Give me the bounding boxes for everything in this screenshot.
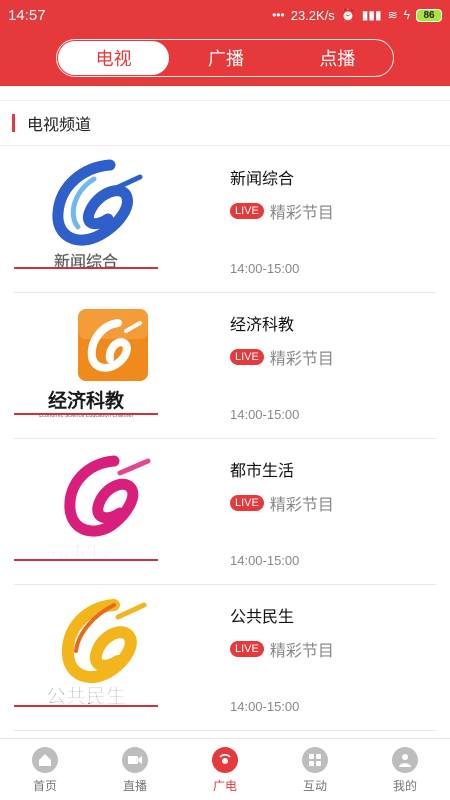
logo-text: 经济科教 — [48, 389, 125, 412]
grid-icon — [302, 747, 328, 773]
status-bar: 14:57 ••• 23.2K/s ⏰ ▮▮▮ ≋ ϟ 86 — [0, 0, 450, 30]
channel-name: 新闻综合 — [230, 169, 295, 188]
live-badge: LIVE — [230, 203, 264, 219]
logo-underline — [14, 413, 158, 415]
program-name: 精彩节目 — [269, 641, 334, 660]
live-badge: LIVE — [230, 349, 264, 365]
live-badge: LIVE — [230, 495, 264, 511]
program-name: 精彩节目 — [269, 349, 334, 368]
status-time: 14:57 — [8, 6, 46, 24]
program-time: 14:00-15:00 — [230, 261, 300, 276]
nav-mine[interactable]: 我的 — [360, 739, 450, 800]
channel-name: 都市生活 — [230, 461, 295, 480]
nav-home[interactable]: 首页 — [0, 739, 90, 800]
channel-name: 公共民生 — [230, 607, 295, 626]
channel-item[interactable]: 新闻综合 新闻综合 LIVE 精彩节目 14:00-15:00 — [14, 147, 436, 293]
nav-label: 首页 — [32, 779, 57, 793]
live-badge: LIVE — [230, 641, 264, 657]
logo-underline — [14, 267, 158, 269]
channel-item[interactable]: 公共民生 公共民生 LIVE 精彩节目 14:00-15:00 — [14, 585, 436, 731]
nav-broadcast[interactable]: 广电 — [180, 739, 270, 800]
channel-logo: 经济科教 Economic Science Education Channel — [14, 301, 158, 427]
tab-vod[interactable]: 点播 — [282, 40, 393, 76]
live-row: LIVE 精彩节目 — [230, 199, 334, 223]
alarm-icon: ⏰ — [340, 8, 356, 22]
channel-item[interactable]: 经济科教 Economic Science Education Channel … — [14, 293, 436, 439]
battery-indicator: 86 — [416, 8, 442, 22]
section-marker — [12, 114, 15, 132]
status-indicators: ••• 23.2K/s ⏰ ▮▮▮ ≋ ϟ 86 — [272, 8, 442, 23]
logo-underline — [14, 559, 158, 561]
program-time: 14:00-15:00 — [230, 407, 300, 422]
program-name: 精彩节目 — [269, 203, 334, 222]
app-header: 14:57 ••• 23.2K/s ⏰ ▮▮▮ ≋ ϟ 86 电视 广播 点播 — [0, 0, 450, 86]
nav-label: 广电 — [212, 779, 237, 793]
home-icon — [32, 747, 58, 773]
nav-live[interactable]: 直播 — [90, 739, 180, 800]
live-row: LIVE 精彩节目 — [230, 491, 334, 515]
media-type-tabs: 电视 广播 点播 — [56, 39, 394, 77]
user-icon — [392, 747, 418, 773]
tab-tv[interactable]: 电视 — [58, 41, 170, 75]
video-icon — [122, 747, 148, 773]
logo-underline — [14, 705, 158, 707]
program-name: 精彩节目 — [269, 495, 334, 514]
bottom-nav: 首页 直播 广电 互动 我的 — [0, 738, 450, 800]
nav-label: 互动 — [302, 779, 327, 793]
nav-interact[interactable]: 互动 — [270, 739, 360, 800]
signal-icon: ▮▮▮ — [361, 8, 382, 22]
tab-radio[interactable]: 广播 — [170, 40, 281, 76]
program-time: 14:00-15:00 — [230, 699, 300, 714]
program-time: 14:00-15:00 — [230, 553, 300, 568]
nav-label: 直播 — [122, 779, 147, 793]
nav-label: 我的 — [392, 779, 417, 793]
channel-list: 新闻综合 新闻综合 LIVE 精彩节目 14:00-15:00 经济科教 Eco… — [0, 147, 450, 731]
live-row: LIVE 精彩节目 — [230, 345, 334, 369]
charging-icon: ϟ — [403, 8, 410, 22]
wifi-icon: ≋ — [387, 8, 398, 22]
channel-name: 经济科教 — [230, 315, 295, 334]
network-speed: 23.2K/s — [290, 7, 335, 23]
channel-item[interactable]: 都市生活 都市生活 LIVE 精彩节目 14:00-15:00 — [14, 439, 436, 585]
section-title: 电视频道 — [27, 115, 92, 134]
live-row: LIVE 精彩节目 — [230, 637, 334, 661]
channel-logo: 都市生活 — [14, 447, 158, 573]
channel-logo: 公共民生 — [14, 593, 158, 719]
broadcast-icon — [212, 747, 238, 773]
dots-icon: ••• — [272, 8, 285, 22]
channel-logo: 新闻综合 — [14, 155, 158, 281]
section-header: 电视频道 — [0, 100, 450, 146]
